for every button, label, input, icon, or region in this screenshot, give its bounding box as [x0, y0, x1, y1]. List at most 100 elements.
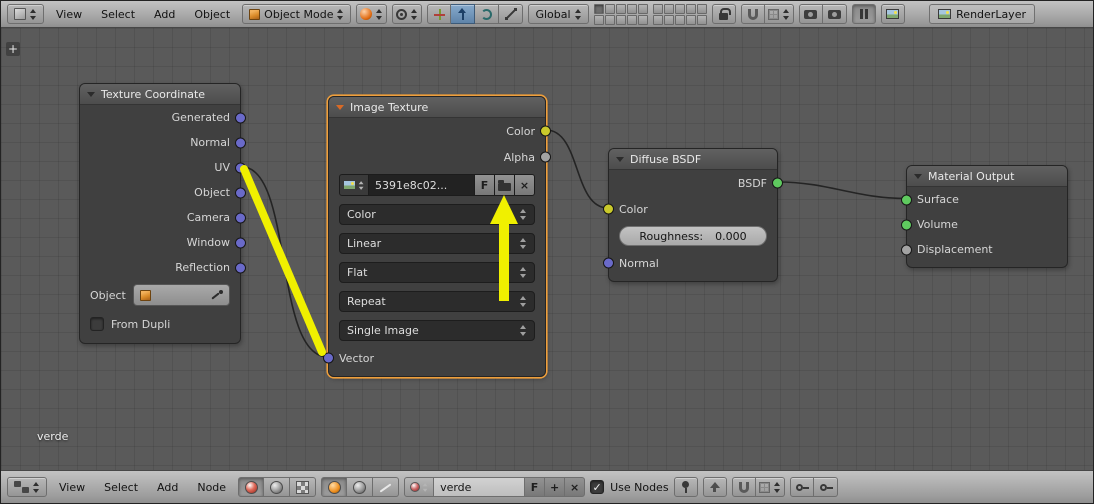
lock-to-scene-button[interactable]	[711, 4, 736, 24]
layer-button[interactable]	[604, 3, 615, 14]
use-nodes-checkbox[interactable]	[590, 480, 605, 494]
open-image-button[interactable]	[494, 174, 515, 196]
layer-button[interactable]	[674, 14, 685, 25]
socket-color-output[interactable]	[540, 125, 551, 137]
from-dupli-checkbox[interactable]	[90, 317, 104, 331]
renderlayer-dropdown[interactable]: RenderLayer	[929, 4, 1035, 24]
socket-window-output[interactable]	[235, 237, 246, 248]
manipulator-axis-toggle[interactable]	[427, 4, 452, 24]
viewport-shading-dropdown[interactable]	[356, 4, 388, 24]
layer-button[interactable]	[652, 3, 663, 14]
socket-alpha-output[interactable]	[540, 151, 551, 163]
socket-color-input[interactable]	[603, 203, 614, 215]
socket-vector-input[interactable]	[323, 352, 334, 364]
layer-button[interactable]	[663, 14, 674, 25]
fake-user-button[interactable]: F	[524, 477, 546, 497]
transform-orientation-dropdown[interactable]: Global	[528, 4, 589, 24]
node-image-texture[interactable]: Image Texture Color Alpha 5391e8c02... F	[323, 96, 551, 377]
socket-bsdf-output[interactable]	[772, 177, 783, 189]
use-nodes-toggle[interactable]: Use Nodes	[590, 480, 669, 494]
projection-dropdown[interactable]: Flat	[339, 262, 535, 283]
texture-nodes-button[interactable]	[290, 477, 317, 497]
layer-button[interactable]	[626, 3, 637, 14]
socket-camera-output[interactable]	[235, 212, 246, 223]
node-material-output[interactable]: Material Output Surface Volume Displacem…	[901, 165, 1068, 268]
collapse-triangle-icon[interactable]	[87, 91, 95, 97]
layer-button[interactable]	[652, 14, 663, 25]
socket-uv-output[interactable]	[235, 162, 246, 173]
node-texture-coordinate[interactable]: Texture Coordinate Generated Normal UV O…	[79, 83, 246, 344]
node-header[interactable]: Material Output	[907, 166, 1067, 187]
parent-tree-button[interactable]	[702, 477, 727, 497]
layer-button[interactable]	[615, 3, 626, 14]
menu-add[interactable]: Add	[150, 478, 185, 497]
menu-add[interactable]: Add	[147, 5, 182, 24]
editor-type-button[interactable]	[7, 4, 44, 24]
color-space-dropdown[interactable]: Color	[339, 204, 535, 225]
node-diffuse-bsdf[interactable]: Diffuse BSDF BSDF Color Roughness: 0.000…	[603, 148, 783, 282]
node-header[interactable]: Texture Coordinate	[80, 84, 240, 105]
keyframe-insert-button[interactable]	[789, 477, 814, 497]
keyframe-clear-button[interactable]	[813, 477, 838, 497]
pivot-point-dropdown[interactable]	[392, 4, 423, 24]
object-field[interactable]	[132, 284, 230, 306]
layer-button[interactable]	[637, 14, 648, 25]
snap-magnet-button[interactable]	[740, 4, 765, 24]
menu-view[interactable]: View	[52, 478, 92, 497]
pin-button[interactable]	[673, 477, 698, 497]
translate-manipulator-toggle[interactable]	[451, 4, 476, 24]
layer-button[interactable]	[626, 14, 637, 25]
opengl-render-button[interactable]	[798, 4, 823, 24]
material-name-field[interactable]: verde	[433, 477, 526, 497]
shader-nodes-button[interactable]	[238, 477, 265, 497]
socket-normal-input[interactable]	[603, 257, 614, 269]
image-name-field[interactable]: 5391e8c02...	[368, 174, 475, 196]
layer-button[interactable]	[696, 3, 707, 14]
new-material-button[interactable]	[544, 477, 566, 497]
extension-dropdown[interactable]: Repeat	[339, 291, 535, 312]
layer-button[interactable]	[685, 3, 696, 14]
layer-button[interactable]	[696, 14, 707, 25]
browse-image-dropdown[interactable]	[339, 174, 369, 196]
editor-type-button[interactable]	[7, 477, 47, 497]
unlink-image-button[interactable]	[514, 174, 535, 196]
collapse-triangle-icon[interactable]	[616, 156, 624, 162]
opengl-render-anim-button[interactable]	[822, 4, 847, 24]
scale-manipulator-toggle[interactable]	[499, 4, 524, 24]
layer-button[interactable]	[593, 3, 604, 14]
layer-button[interactable]	[674, 3, 685, 14]
collapse-triangle-icon[interactable]	[336, 104, 344, 110]
menu-object[interactable]: Object	[187, 5, 237, 24]
browse-material-dropdown[interactable]	[404, 477, 435, 497]
layer-button[interactable]	[615, 14, 626, 25]
socket-volume-input[interactable]	[901, 219, 912, 230]
compositing-nodes-button[interactable]	[264, 477, 291, 497]
layer-button[interactable]	[593, 14, 604, 25]
layer-button[interactable]	[637, 3, 648, 14]
linestyle-shader-button[interactable]	[373, 477, 400, 497]
interpolation-dropdown[interactable]: Linear	[339, 233, 535, 254]
mode-dropdown[interactable]: Object Mode	[242, 4, 352, 24]
collapse-triangle-icon[interactable]	[914, 173, 922, 179]
layer-button[interactable]	[685, 14, 696, 25]
snap-mode-dropdown[interactable]	[755, 477, 785, 497]
snap-element-dropdown[interactable]	[764, 4, 794, 24]
node-header[interactable]: Diffuse BSDF	[609, 149, 777, 170]
menu-node[interactable]: Node	[190, 478, 233, 497]
pause-button[interactable]	[851, 4, 876, 24]
layer-button[interactable]	[604, 14, 615, 25]
eyedropper-icon[interactable]	[210, 289, 223, 301]
socket-generated-output[interactable]	[235, 112, 246, 123]
node-editor-canvas[interactable]: Texture Coordinate Generated Normal UV O…	[1, 28, 1093, 471]
socket-displacement-input[interactable]	[901, 244, 912, 255]
node-header[interactable]: Image Texture	[329, 97, 545, 118]
source-dropdown[interactable]: Single Image	[339, 320, 535, 341]
world-shader-button[interactable]	[347, 477, 374, 497]
layer-button[interactable]	[663, 3, 674, 14]
unlink-material-button[interactable]	[564, 477, 586, 497]
socket-object-output[interactable]	[235, 187, 246, 198]
snap-magnet-button[interactable]	[731, 477, 756, 497]
rotate-manipulator-toggle[interactable]	[475, 4, 500, 24]
region-expand-icon[interactable]	[6, 42, 20, 56]
render-image-button[interactable]	[880, 4, 905, 24]
